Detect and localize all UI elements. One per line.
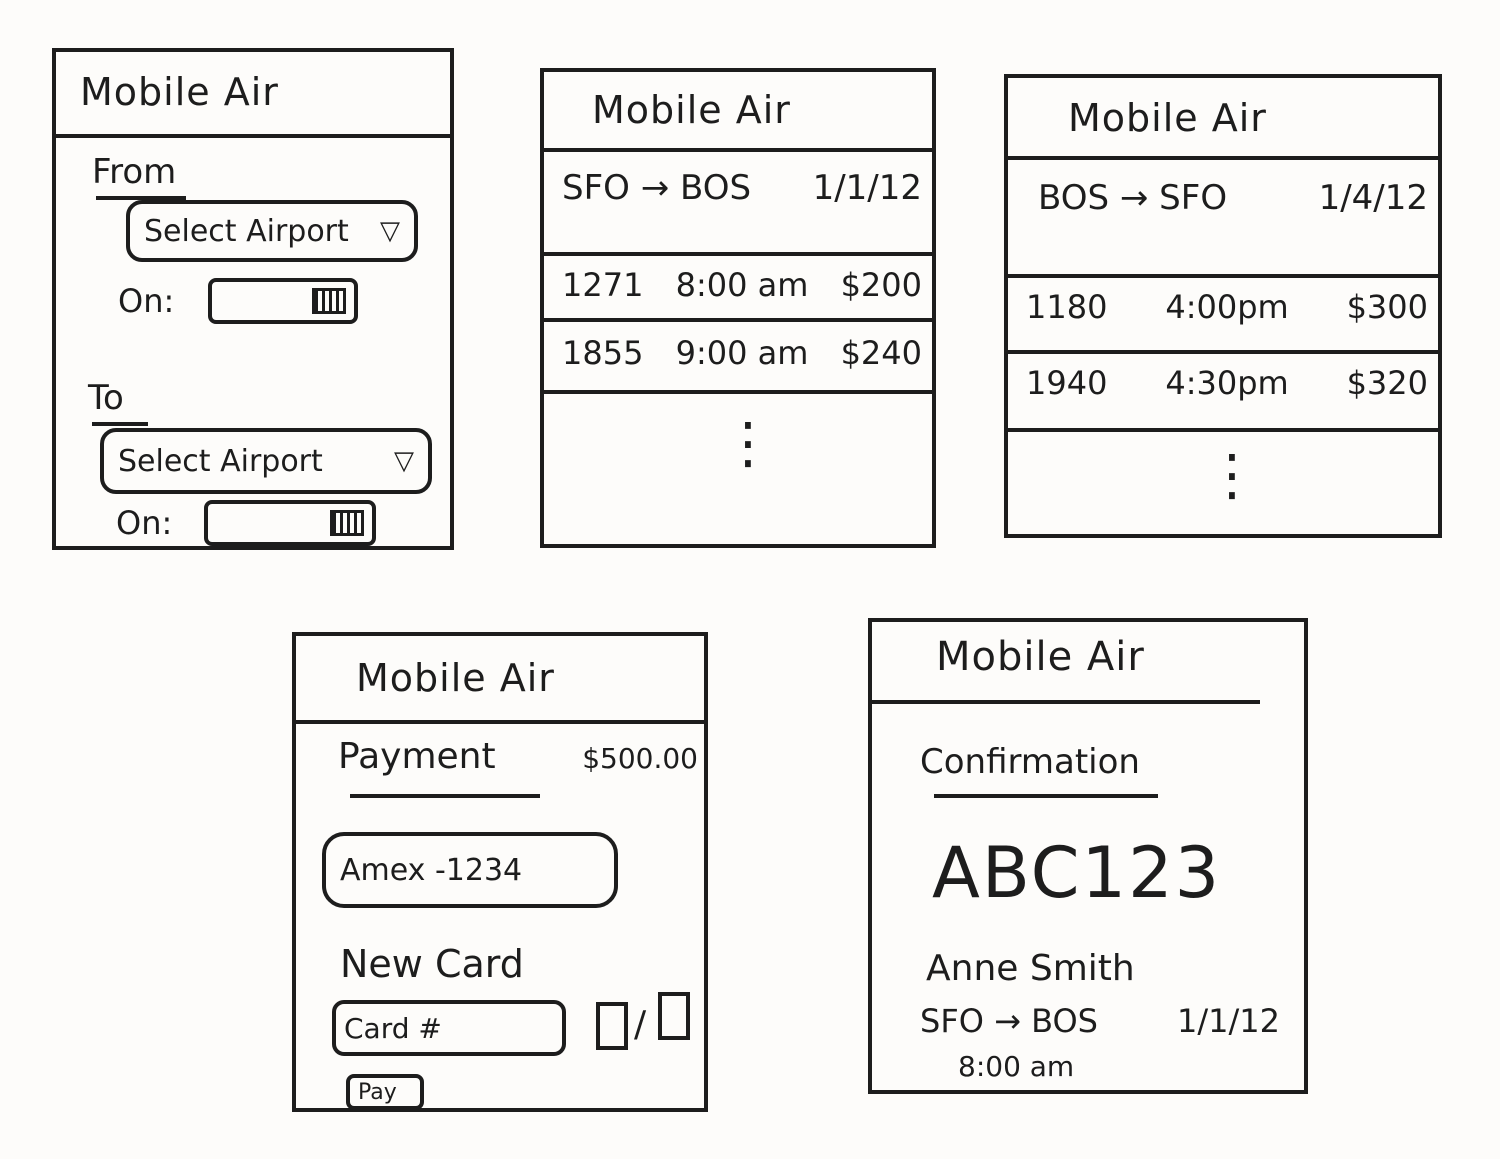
flight-time: 8:00 am [675,266,809,304]
divider [872,700,1260,704]
flight-row[interactable]: 1271 8:00 am $200 [562,266,922,304]
payment-title: Payment [338,736,496,777]
new-card-label: New Card [340,942,524,986]
expiry-year-input[interactable] [658,992,690,1040]
flight-time: 4:30pm [1165,364,1289,402]
screen-search: Mobile Air From Select Airport ▽ On: To … [52,48,454,550]
flight-row[interactable]: 1855 9:00 am $240 [562,334,922,372]
more-results-icon[interactable]: ⋮ [1204,448,1260,504]
expiry-month-input[interactable] [596,1002,628,1050]
flight-number: 1180 [1026,288,1108,326]
return-date: 1/4/12 [1318,178,1428,218]
to-label: To [88,378,124,418]
to-airport-select-label: Select Airport [118,443,323,479]
app-title: Mobile Air [80,70,279,114]
flight-row[interactable]: 1180 4:00pm $300 [1026,288,1428,326]
from-airport-select-label: Select Airport [144,213,349,249]
card-number-placeholder: Card # [344,1011,442,1045]
pay-button-label: Pay [358,1079,397,1105]
flight-price: $200 [840,266,922,304]
confirmation-route: SFO → BOS 1/1/12 [920,1002,1280,1040]
divider [544,318,932,322]
from-on-label: On: [118,282,175,320]
chevron-down-icon: ▽ [394,446,414,476]
return-route: BOS → SFO [1038,178,1228,218]
screen-outbound-flights: Mobile Air SFO → BOS 1/1/12 1271 8:00 am… [540,68,936,548]
flight-price: $300 [1346,288,1428,326]
confirmation-time: 8:00 am [958,1050,1075,1083]
chevron-down-icon: ▽ [380,216,400,246]
app-title: Mobile Air [592,88,791,132]
to-date-field[interactable] [204,500,376,546]
return-route-summary: BOS → SFO 1/4/12 [1038,178,1428,218]
app-title: Mobile Air [936,634,1145,680]
saved-card-option[interactable]: Amex -1234 [322,832,618,908]
outbound-date: 1/1/12 [812,168,922,208]
app-header: Mobile Air [56,52,450,138]
from-label: From [92,152,177,192]
card-number-input[interactable]: Card # [332,1000,566,1056]
payment-underline [350,794,540,798]
flight-time: 4:00pm [1165,288,1289,326]
confirmation-title: Confirmation [920,742,1140,782]
screen-confirmation: Mobile Air Confirmation ABC123 Anne Smit… [868,618,1308,1094]
app-title: Mobile Air [1068,96,1267,140]
pay-button[interactable]: Pay [346,1074,424,1110]
flight-row[interactable]: 1940 4:30pm $320 [1026,364,1428,402]
confirmation-date: 1/1/12 [1177,1002,1280,1040]
screen-payment: Mobile Air Payment $500.00 Amex -1234 Ne… [292,632,708,1112]
app-header: Mobile Air [544,72,932,152]
more-results-icon[interactable]: ⋮ [720,416,776,472]
payment-total: $500.00 [582,742,698,775]
passenger-name: Anne Smith [926,948,1135,989]
saved-card-label: Amex -1234 [340,852,523,888]
flight-number: 1271 [562,266,644,304]
app-header: Mobile Air [1008,78,1438,160]
calendar-icon[interactable] [330,510,364,536]
flight-number: 1940 [1026,364,1108,402]
confirmation-underline [934,794,1158,798]
app-title: Mobile Air [356,656,555,700]
divider [1008,428,1438,432]
flight-price: $240 [840,334,922,372]
divider [544,390,932,394]
to-on-label: On: [116,504,173,542]
from-airport-select[interactable]: Select Airport ▽ [126,200,418,262]
divider [1008,274,1438,278]
to-underline [92,422,148,426]
expiry-separator: / [634,1004,647,1045]
confirmation-route-text: SFO → BOS [920,1002,1098,1040]
confirmation-code: ABC123 [932,832,1222,914]
outbound-route-summary: SFO → BOS 1/1/12 [562,168,922,208]
app-header: Mobile Air [296,636,704,724]
divider [1008,350,1438,354]
screen-return-flights: Mobile Air BOS → SFO 1/4/12 1180 4:00pm … [1004,74,1442,538]
flight-time: 9:00 am [675,334,809,372]
flight-price: $320 [1346,364,1428,402]
from-date-field[interactable] [208,278,358,324]
flight-number: 1855 [562,334,644,372]
calendar-icon[interactable] [312,288,346,314]
to-airport-select[interactable]: Select Airport ▽ [100,428,432,494]
outbound-route: SFO → BOS [562,168,752,208]
divider [544,252,932,256]
